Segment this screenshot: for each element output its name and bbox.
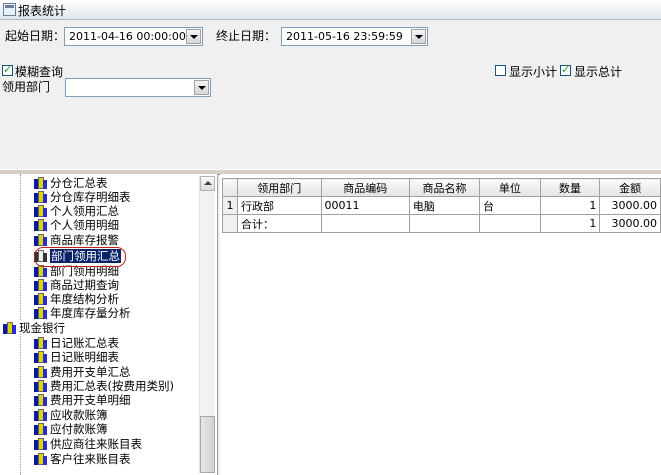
end-date-value: 2011-05-16 23:59:59 [286, 30, 403, 43]
end-date-label: 终止日期： [216, 29, 277, 43]
tree-scrollbar[interactable] [199, 176, 215, 473]
show-total-checkbox[interactable] [560, 63, 571, 76]
cell-qty: 1 [539, 196, 601, 215]
end-date-dropdown-icon[interactable] [411, 29, 426, 44]
show-subtotal-checkbox[interactable] [495, 65, 506, 76]
report-grid-pane: 领用部门 商品编码 商品名称 单位 数量 金额 1 行政部 00011 电脑 台… [220, 174, 661, 475]
book-icon [34, 177, 47, 189]
report-grid: 领用部门 商品编码 商品名称 单位 数量 金额 1 行政部 00011 电脑 台… [222, 178, 661, 233]
grid-header-row: 领用部门 商品编码 商品名称 单位 数量 金额 [222, 178, 661, 197]
department-combo[interactable] [65, 78, 211, 97]
table-row[interactable]: 1 行政部 00011 电脑 台 1 3000.00 [222, 196, 661, 215]
report-tree: 分仓汇总表 分仓库存明细表 个人领用汇总 个人领用明细 商品库存报警 部门领用汇… [0, 174, 218, 475]
cell-code: 00011 [320, 196, 410, 215]
row-index: 1 [222, 196, 238, 215]
grid-corner [222, 178, 238, 197]
scroll-thumb[interactable] [200, 416, 215, 473]
row-index [222, 214, 238, 233]
col-unit[interactable]: 单位 [479, 178, 541, 197]
cell-amount: 3000.00 [599, 196, 661, 215]
department-dropdown-icon[interactable] [194, 80, 209, 95]
col-dept[interactable]: 领用部门 [236, 178, 322, 197]
book-icon [34, 191, 47, 203]
cell-name: 电脑 [408, 196, 481, 215]
start-date-value: 2011-04-16 00:00:00 [69, 30, 186, 43]
col-name[interactable]: 商品名称 [408, 178, 481, 197]
book-icon [34, 423, 47, 435]
start-date-dropdown-icon[interactable] [186, 29, 201, 44]
total-amount: 3000.00 [599, 214, 661, 233]
window-title-bar: 报表统计 [0, 0, 661, 20]
book-icon [34, 409, 47, 421]
book-icon [34, 438, 47, 450]
show-total-label: 显示总计 [574, 65, 623, 79]
book-icon [34, 337, 47, 349]
cell-dept: 行政部 [236, 196, 322, 215]
book-icon [34, 366, 47, 378]
show-subtotal-label: 显示小计 [509, 65, 558, 79]
book-icon [34, 351, 47, 363]
total-row: 合计： 1 3000.00 [222, 214, 661, 233]
start-date-label: 起始日期： [5, 29, 66, 43]
cell-unit: 台 [479, 196, 541, 215]
window-title: 报表统计 [18, 4, 67, 18]
end-date-combo[interactable]: 2011-05-16 23:59:59 [281, 27, 428, 46]
fuzzy-query-checkbox[interactable] [2, 63, 13, 76]
book-icon [34, 394, 47, 406]
total-qty: 1 [539, 214, 601, 233]
book-icon [34, 219, 47, 231]
book-icon [34, 205, 47, 217]
book-icon [34, 234, 47, 246]
book-icon [34, 380, 47, 392]
scroll-up-icon[interactable] [200, 176, 215, 191]
col-code[interactable]: 商品编码 [320, 178, 410, 197]
selection-highlight-circle [34, 247, 126, 267]
report-window-icon [3, 3, 16, 16]
total-label: 合计： [236, 214, 322, 233]
book-icon [34, 293, 47, 305]
book-icon [34, 307, 47, 319]
book-icon [34, 453, 47, 465]
start-date-combo[interactable]: 2011-04-16 00:00:00 [64, 27, 203, 46]
book-icon [34, 279, 47, 291]
book-icon [3, 322, 16, 334]
department-label: 领用部门 [2, 80, 51, 94]
col-qty[interactable]: 数量 [539, 178, 601, 197]
col-amount[interactable]: 金额 [599, 178, 661, 197]
